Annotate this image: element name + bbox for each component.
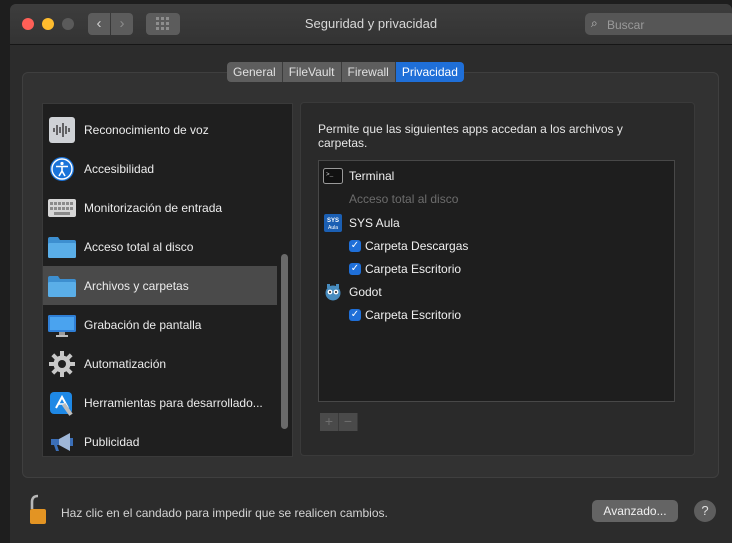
tab-privacidad[interactable]: Privacidad xyxy=(395,62,464,82)
checkbox-checked[interactable]: ✓ xyxy=(349,263,361,275)
sidebar-item-label: Accesibilidad xyxy=(84,161,155,176)
folder-label: Carpeta Descargas xyxy=(365,239,469,253)
folder-label: Carpeta Escritorio xyxy=(365,308,462,322)
folder-permission-row[interactable]: ✓ Carpeta Escritorio xyxy=(349,259,461,279)
search-field[interactable]: ⌕ xyxy=(585,13,732,35)
folder-label: Carpeta Escritorio xyxy=(365,262,462,276)
sidebar-item-accesibilidad[interactable]: Accesibilidad xyxy=(43,149,277,188)
tab-general[interactable]: General xyxy=(227,62,283,82)
megaphone-icon xyxy=(47,427,77,457)
lock-message: Haz clic en el candado para impedir que … xyxy=(61,506,388,520)
app-subtitle: Acceso total al disco xyxy=(349,192,459,206)
tab-bar: General FileVault Firewall Privacidad xyxy=(227,62,464,82)
list-item-terminal[interactable]: >_ Terminal xyxy=(323,166,394,186)
folder-permission-row[interactable]: ✓ Carpeta Escritorio xyxy=(349,305,461,325)
app-permission-list[interactable]: >_ Terminal Acceso total al disco SYS Aul… xyxy=(318,160,675,402)
folder-permission-row[interactable]: ✓ Carpeta Descargas xyxy=(349,236,468,256)
gear-icon xyxy=(47,349,77,379)
search-icon: ⌕ xyxy=(591,16,598,30)
sidebar-item-label: Monitorización de entrada xyxy=(84,200,223,215)
remove-button[interactable]: − xyxy=(339,413,358,431)
tab-firewall[interactable]: Firewall xyxy=(341,62,396,82)
add-button[interactable]: + xyxy=(320,413,339,431)
checkbox-checked[interactable]: ✓ xyxy=(349,309,361,321)
sidebar-item-publicidad[interactable]: Publicidad xyxy=(43,422,277,457)
display-icon xyxy=(47,310,77,340)
list-item-godot[interactable]: Godot xyxy=(323,282,382,302)
folder-icon xyxy=(47,271,77,301)
svg-text:>_: >_ xyxy=(326,171,334,178)
app-name: Terminal xyxy=(349,169,395,183)
sidebar-item-label: Herramientas para desarrollado... xyxy=(84,395,263,410)
terminal-icon: >_ xyxy=(323,167,343,185)
folder-icon xyxy=(47,232,77,262)
permission-description: Permite que las siguientes apps accedan … xyxy=(318,122,623,150)
sidebar-item-label: Automatización xyxy=(84,356,167,371)
app-name: Godot xyxy=(349,285,382,299)
list-item-sys-aula[interactable]: SYS Aula SYS Aula xyxy=(323,213,400,233)
checkbox-checked[interactable]: ✓ xyxy=(349,240,361,252)
lock-icon[interactable] xyxy=(27,494,49,526)
app-name: SYS Aula xyxy=(349,216,400,230)
privacy-sidebar[interactable]: Reconocimiento de voz Accesibilidad Moni… xyxy=(42,103,293,457)
sidebar-item-herramientas-desarrollo[interactable]: Herramientas para desarrollado... xyxy=(43,383,277,422)
keyboard-icon xyxy=(47,193,77,223)
sidebar-item-archivos-carpetas[interactable]: Archivos y carpetas xyxy=(43,266,277,305)
help-button[interactable]: ? xyxy=(694,500,716,522)
sidebar-item-acceso-total-disco[interactable]: Acceso total al disco xyxy=(43,227,277,266)
godot-icon xyxy=(323,283,343,301)
svg-text:SYS: SYS xyxy=(327,218,339,224)
tab-filevault[interactable]: FileVault xyxy=(282,62,342,82)
accessibility-icon xyxy=(47,154,77,184)
sidebar-item-reconocimiento-voz[interactable]: Reconocimiento de voz xyxy=(43,110,277,149)
waveform-icon xyxy=(47,115,77,145)
search-input[interactable] xyxy=(605,15,729,35)
sidebar-item-grabacion-pantalla[interactable]: Grabación de pantalla xyxy=(43,305,277,344)
sys-aula-icon: SYS Aula xyxy=(323,214,343,232)
sidebar-item-monitorizacion-entrada[interactable]: Monitorización de entrada xyxy=(43,188,277,227)
sidebar-item-label: Acceso total al disco xyxy=(84,239,194,254)
sidebar-item-label: Grabación de pantalla xyxy=(84,317,202,332)
developer-tools-icon xyxy=(47,388,77,418)
sidebar-scrollbar[interactable] xyxy=(281,254,288,429)
svg-text:Aula: Aula xyxy=(328,225,338,231)
sidebar-item-label: Publicidad xyxy=(84,434,140,449)
sidebar-item-label: Archivos y carpetas xyxy=(84,278,189,293)
add-remove-control: + − xyxy=(320,413,358,431)
sidebar-item-label: Reconocimiento de voz xyxy=(84,122,209,137)
title-bar: ‹ › Seguridad y privacidad ⌕ xyxy=(10,4,732,45)
advanced-button[interactable]: Avanzado... xyxy=(592,500,678,522)
sidebar-item-automatizacion[interactable]: Automatización xyxy=(43,344,277,383)
